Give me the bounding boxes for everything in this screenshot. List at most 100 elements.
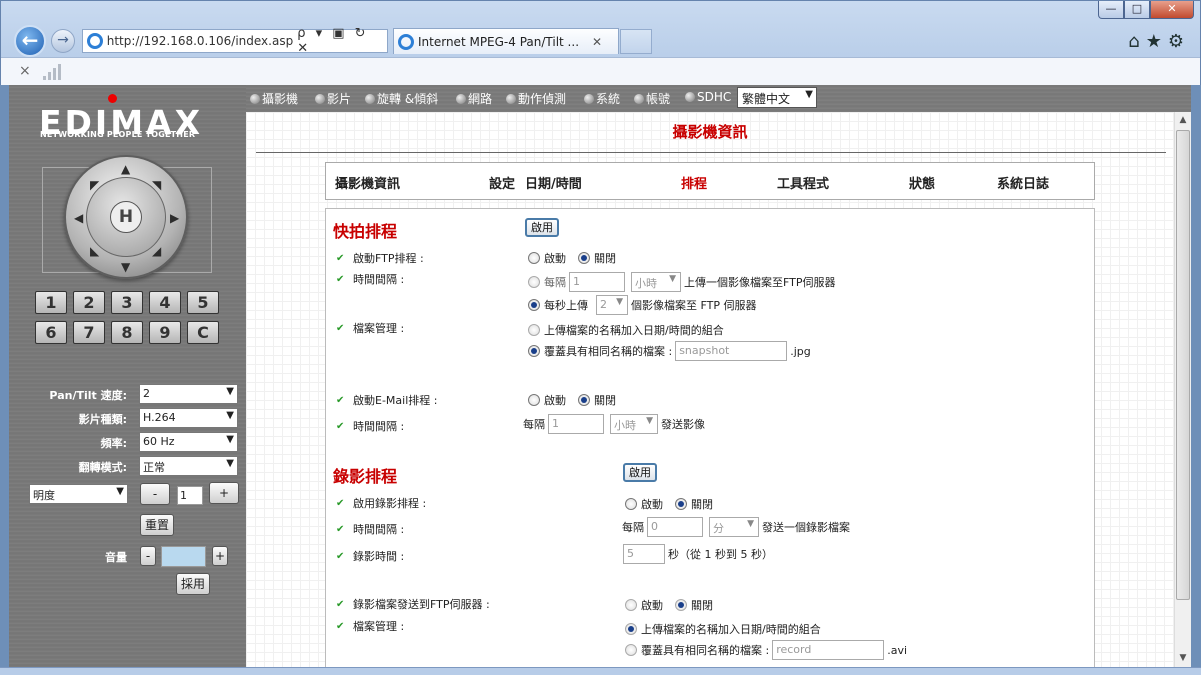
video-type-select[interactable]: H.264 ▼ [139,408,238,428]
browser-tab[interactable]: Internet MPEG-4 Pan/Tilt ... ✕ [393,28,619,54]
frequency-select[interactable]: 60 Hz ▼ [139,432,238,452]
menu-account[interactable]: 帳號 [634,90,670,107]
tab-settings[interactable]: 設定 [489,173,515,192]
email-unit-select[interactable]: 小時 ▼ [610,414,658,434]
preset-2-button[interactable]: 2 [73,291,105,314]
tab-utility[interactable]: 工具程式 [777,173,829,192]
arrow-down-left-icon[interactable]: ◣ [90,245,99,257]
menu-camera[interactable]: 攝影機 [250,90,298,107]
ptz-home-button[interactable]: H [110,201,142,233]
menu-motion[interactable]: 動作偵測 [506,90,566,107]
recording-add-datetime-row: 上傳檔案的名稱加入日期/時間的組合 [625,621,821,637]
arrow-right-icon[interactable]: ▶ [170,212,179,224]
ptz-controller[interactable]: ▲ ▼ ◀ ▶ ◤ ◥ ◣ ◢ H [64,155,188,279]
vertical-scrollbar[interactable]: ▲ ▼ [1174,112,1191,667]
overwrite-radio[interactable] [528,345,540,357]
tab-date-time[interactable]: 日期/時間 [525,173,582,192]
preset-8-button[interactable]: 8 [111,321,143,344]
recording-duration-input[interactable]: 5 [623,544,665,564]
reset-button[interactable]: 重置 [140,514,174,536]
address-tools[interactable]: ρ ▾ ▣ ↻ ✕ [297,26,387,56]
recording-on-radio[interactable] [625,498,637,510]
radio-label: 上傳檔案的名稱加入日期/時間的組合 [641,623,821,636]
per-second-radio[interactable] [528,299,540,311]
select-value: 分 [713,522,724,535]
preset-9-button[interactable]: 9 [149,321,181,344]
address-bar[interactable]: http://192.168.0.106/index.asp ρ ▾ ▣ ↻ ✕ [82,26,388,56]
recording-enable-button[interactable]: 啟用 [623,463,657,482]
volume-minus-button[interactable]: - [140,546,156,566]
interval-value-input[interactable]: 1 [569,272,625,292]
scroll-up-icon[interactable]: ▲ [1175,112,1191,129]
radio-label: 啟動 [544,394,566,407]
tab-camera-info[interactable]: 攝影機資訊 [335,173,400,192]
recording-overwrite-radio[interactable] [625,644,637,656]
tab-system-log[interactable]: 系統日誌 [997,173,1049,192]
recording-ftp-off-radio[interactable] [675,599,687,611]
email-on-radio[interactable] [528,394,540,406]
recording-add-datetime-radio[interactable] [625,623,637,635]
recording-off-radio[interactable] [675,498,687,510]
new-tab-button[interactable] [620,29,652,54]
arrow-down-right-icon[interactable]: ◢ [152,245,161,257]
select-value: 2 [600,298,607,311]
add-datetime-radio[interactable] [528,324,540,336]
menu-network[interactable]: 網路 [456,90,492,107]
tab-schedule[interactable]: 排程 [681,173,707,192]
preset-3-button[interactable]: 3 [111,291,143,314]
flip-mode-select[interactable]: 正常 ▼ [139,456,238,476]
arrow-down-icon[interactable]: ▼ [121,261,130,273]
scroll-thumb[interactable] [1176,130,1190,600]
language-select[interactable]: 繁體中文 ▼ [737,87,817,108]
forward-button[interactable]: → [51,29,75,53]
frequency-value: 60 Hz [143,435,175,448]
arrow-left-icon[interactable]: ◀ [74,212,83,224]
address-url[interactable]: http://192.168.0.106/index.asp [107,34,298,48]
close-icon[interactable]: × [19,63,31,79]
image-adjust-select[interactable]: 明度 ▼ [29,484,128,504]
menu-video[interactable]: 影片 [315,90,351,107]
tab-title: Internet MPEG-4 Pan/Tilt ... [418,34,580,49]
volume-plus-button[interactable]: + [212,546,228,566]
email-off-radio[interactable] [578,394,590,406]
recording-unit-select[interactable]: 分 ▼ [709,517,759,537]
select-value: 小時 [635,277,657,290]
preset-1-button[interactable]: 1 [35,291,67,314]
preset-clear-button[interactable]: C [187,321,219,344]
adjust-minus-button[interactable]: - [140,483,170,505]
menu-sdhc[interactable]: SDHC [685,90,731,104]
back-button[interactable]: ← [14,25,46,57]
recording-ftp-on-radio[interactable] [625,599,637,611]
menu-pan-tilt[interactable]: 旋轉 &傾斜 [365,90,438,107]
recording-interval-input[interactable]: 0 [647,517,703,537]
chevron-down-icon: ▼ [226,434,234,445]
speed-select[interactable]: 2 ▼ [139,384,238,404]
menu-system[interactable]: 系統 [584,90,620,107]
snapshot-enable-button[interactable]: 啟用 [525,218,559,237]
volume-level-bar[interactable] [161,546,206,567]
tab-status[interactable]: 狀態 [909,173,935,192]
interval-unit-select[interactable]: 小時 ▼ [631,272,681,292]
adjust-plus-button[interactable]: + [209,482,239,504]
record-filename-input[interactable]: record [772,640,885,660]
maximize-button[interactable]: □ [1124,1,1150,19]
check-icon: ✔ [336,420,345,432]
ftp-off-radio[interactable] [578,252,590,264]
tab-close-icon[interactable]: ✕ [592,35,602,49]
close-window-button[interactable]: ✕ [1150,1,1194,19]
apply-button[interactable]: 採用 [176,573,210,595]
preset-5-button[interactable]: 5 [187,291,219,314]
per-second-select[interactable]: 2 ▼ [596,295,628,315]
arrow-up-icon[interactable]: ▲ [121,163,130,175]
preset-4-button[interactable]: 4 [149,291,181,314]
preset-6-button[interactable]: 6 [35,321,67,344]
email-interval-input[interactable]: 1 [548,414,604,434]
scroll-down-icon[interactable]: ▼ [1175,650,1191,667]
snapshot-filename-input[interactable]: snapshot [675,341,788,361]
preset-7-button[interactable]: 7 [73,321,105,344]
toolbar-icons[interactable]: ⌂★⚙ [1128,31,1190,52]
interval-every-radio[interactable] [528,276,540,288]
ftp-on-radio[interactable] [528,252,540,264]
minimize-button[interactable]: — [1098,1,1124,19]
adjust-level-field[interactable]: 1 [177,486,203,505]
